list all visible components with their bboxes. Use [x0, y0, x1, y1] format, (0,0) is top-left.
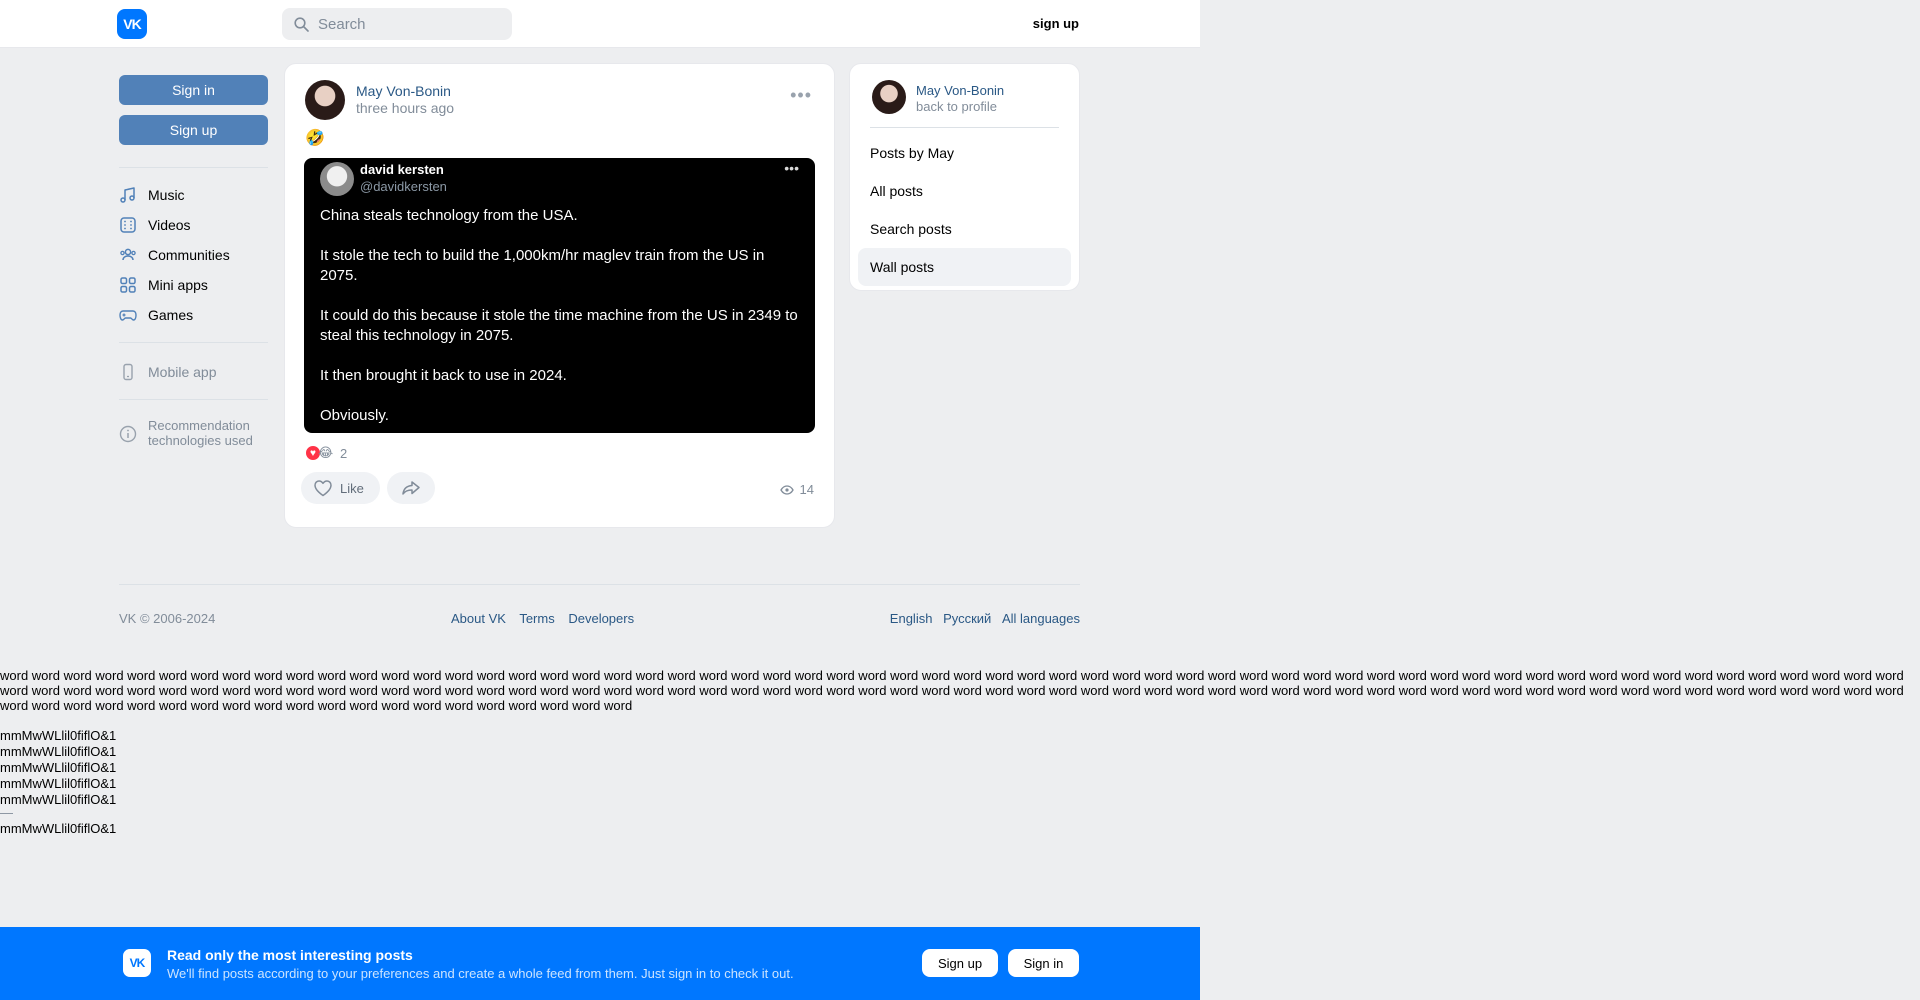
mobile-app-label: Mobile app — [148, 364, 217, 380]
posts-filter-menu: Posts by May All posts Search posts Wall… — [858, 134, 1071, 286]
sidebar-item-videos[interactable]: Videos — [119, 210, 268, 240]
tweet-author-handle: @davidkersten — [360, 179, 447, 194]
debug-line: mmMwWLlil0fiflO&1 — [0, 744, 117, 759]
eye-icon — [779, 484, 794, 495]
recommendation-label: Recommendation technologies used — [148, 418, 253, 448]
profile-name-link[interactable]: May Von-Bonin — [916, 83, 1004, 98]
sign-in-button[interactable]: Sign in — [119, 75, 268, 105]
footer-languages: English Русский All languages — [883, 611, 1080, 626]
tweet-paragraph: Obviously. — [320, 407, 389, 424]
left-sidebar: Sign in Sign up Music Videos Communities… — [119, 75, 268, 448]
top-header: VK Search sign up — [0, 0, 1200, 48]
laugh-reaction-icon: 😂 — [318, 445, 334, 460]
banner-sign-up-button[interactable]: Sign up — [922, 949, 998, 977]
reaction-count: 2 — [340, 445, 348, 461]
mobile-app-link[interactable]: Mobile app — [119, 357, 268, 387]
search-placeholder: Search — [318, 15, 366, 33]
info-icon — [119, 425, 137, 443]
sidebar-item-music[interactable]: Music — [119, 180, 268, 210]
footer-copyright: VK © 2006-2024 — [119, 611, 215, 626]
post-author[interactable]: May Von-Bonin — [356, 83, 451, 99]
debug-line: mmMwWLlil0fiflO&1 — [0, 821, 117, 836]
views-count: 14 — [799, 482, 814, 497]
profile-filter-card: May Von-Bonin back to profile Posts by M… — [849, 63, 1080, 291]
debug-text-block: word word word word word word word word … — [0, 668, 1920, 837]
heart-icon — [314, 480, 332, 497]
sidebar-item-label: Videos — [148, 217, 191, 233]
nav-divider — [119, 399, 268, 400]
post-time[interactable]: three hours ago — [356, 100, 454, 116]
search-input[interactable]: Search — [282, 8, 512, 40]
sign-up-button[interactable]: Sign up — [119, 115, 268, 145]
search-icon — [294, 16, 309, 32]
reactions-summary[interactable]: ♥ 😂 2 — [305, 445, 347, 461]
language-english[interactable]: English — [890, 611, 933, 626]
phone-icon — [123, 363, 133, 381]
sidebar-item-mini-apps[interactable]: Mini apps — [119, 270, 268, 300]
footer-vk-link[interactable]: VK — [119, 611, 136, 626]
more-options-icon[interactable]: ••• — [790, 86, 812, 104]
recommendation-technologies-link[interactable]: Recommendation technologies used — [119, 418, 268, 448]
post-image-tweet[interactable]: david kersten @davidkersten ••• China st… — [304, 158, 815, 433]
footer-links: About VK Terms Developers — [451, 611, 644, 626]
back-to-profile-link[interactable]: back to profile — [916, 99, 997, 114]
card-divider — [870, 127, 1059, 128]
sidebar-item-label: Games — [148, 307, 194, 323]
sidebar-item-label: Mini apps — [148, 277, 208, 293]
vk-logo[interactable]: VK — [117, 9, 147, 39]
avatar[interactable] — [305, 80, 345, 120]
communities-icon — [120, 248, 136, 261]
share-button[interactable] — [387, 472, 435, 504]
vk-logo: VK — [123, 949, 151, 977]
footer-link-developers[interactable]: Developers — [568, 611, 634, 626]
sidebar-item-label: Communities — [148, 247, 230, 263]
wall-post: May Von-Bonin three hours ago ••• 🤣 davi… — [284, 63, 835, 528]
like-label: Like — [340, 480, 364, 496]
tweet-more-icon: ••• — [784, 160, 799, 176]
tweet-paragraph: China steals technology from the USA. — [320, 207, 578, 224]
menu-item-search-posts[interactable]: Search posts — [858, 210, 1071, 248]
nav-divider — [119, 342, 268, 343]
tweet-text: China steals technology from the USA. It… — [320, 206, 805, 446]
sidebar-item-games[interactable]: Games — [119, 300, 268, 330]
like-button[interactable]: Like — [301, 472, 380, 504]
signin-promo-banner: VK Read only the most interesting posts … — [0, 927, 1200, 1000]
footer-divider — [119, 584, 1080, 585]
banner-subtitle: We'll find posts according to your prefe… — [167, 966, 794, 981]
menu-item-all-posts[interactable]: All posts — [858, 172, 1071, 210]
gamepad-icon — [119, 310, 137, 321]
debug-line: mmMwWLlil0fiflO&1 — [0, 792, 117, 807]
banner-sign-in-button[interactable]: Sign in — [1008, 949, 1079, 977]
menu-item-wall-posts[interactable]: Wall posts — [858, 248, 1071, 286]
debug-dash: — — [0, 805, 13, 820]
music-icon — [120, 187, 135, 203]
footer-link-terms[interactable]: Terms — [519, 611, 554, 626]
tweet-author-name: david kersten — [360, 162, 444, 177]
views-counter: 14 — [779, 482, 814, 497]
language-russian[interactable]: Русский — [943, 611, 991, 626]
post-emoji: 🤣 — [305, 130, 325, 147]
language-all[interactable]: All languages — [1002, 611, 1080, 626]
debug-line: mmMwWLlil0fiflO&1 — [0, 760, 117, 775]
debug-line: mmMwWLlil0fiflO&1 — [0, 776, 117, 791]
footer-link-about[interactable]: About VK — [451, 611, 506, 626]
banner-title: Read only the most interesting posts — [167, 947, 413, 963]
sidebar-item-label: Music — [148, 187, 185, 203]
share-icon — [402, 481, 420, 495]
menu-item-posts-by-may[interactable]: Posts by May — [858, 134, 1071, 172]
tweet-paragraph: It could do this because it stole the ti… — [320, 307, 798, 344]
tweet-paragraph: It then brought it back to use in 2024. — [320, 367, 567, 384]
mini-apps-icon — [120, 277, 136, 293]
sign-up-link[interactable]: sign up — [1033, 16, 1079, 31]
nav-divider — [119, 167, 268, 168]
tweet-avatar — [320, 162, 354, 196]
video-icon — [120, 217, 136, 233]
tweet-paragraph: It stole the tech to build the 1,000km/h… — [320, 247, 765, 284]
copyright-text: © 2006-2024 — [139, 611, 216, 626]
debug-line: mmMwWLlil0fiflO&1 — [0, 728, 117, 743]
debug-words: word word word word word word word word … — [0, 668, 1904, 713]
sidebar-item-communities[interactable]: Communities — [119, 240, 268, 270]
avatar[interactable] — [872, 80, 906, 114]
